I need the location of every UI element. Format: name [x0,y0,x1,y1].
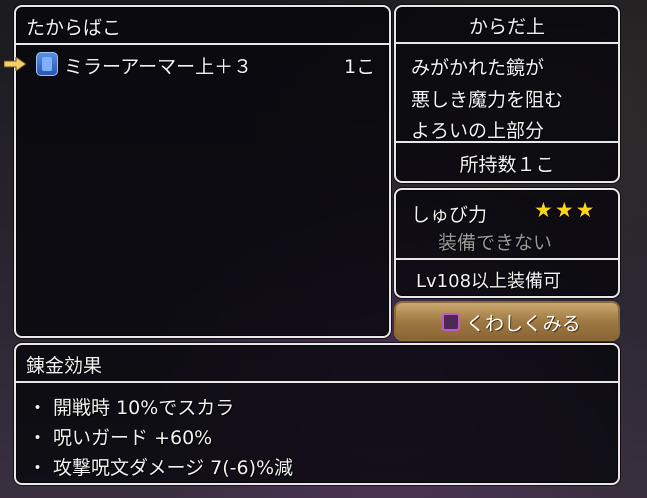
divider [396,42,618,44]
level-requirement: Lv108以上装備可 [416,271,562,292]
divider [16,43,389,45]
item-count: 1こ [344,56,376,78]
divider [396,258,618,260]
alchemy-effect: ・ 攻撃呪文ダメージ 7(-6)%減 [28,457,294,479]
treasure-box-panel: たからばこ ミラーアーマー上＋３ 1こ [4,5,391,338]
details-button[interactable]: くわしくみる [394,301,620,341]
pointer-cursor-icon [4,57,26,71]
alchemy-panel: 錬金効果 ・ 開戦時 10%でスカラ ・ 呪いガード +60% ・ 攻撃呪文ダメ… [14,343,620,485]
description-line: よろいの上部分 [411,120,545,142]
alchemy-effect: ・ 呪いガード +60% [28,427,213,449]
equip-status: 装備できない [438,232,553,254]
description-line: みがかれた鏡が [411,57,545,79]
defense-panel: しゅび力 ★★★ 装備できない Lv108以上装備可 [394,188,620,298]
square-button-icon [442,313,460,331]
alchemy-title: 錬金効果 [26,355,103,377]
details-button-label: くわしくみる [466,313,581,335]
divider [396,141,618,143]
box-title: たからばこ [26,17,122,39]
defense-stars: ★★★ [534,198,597,222]
equip-slot-title: からだ上 [468,16,545,38]
item-name: ミラーアーマー上＋３ [64,56,253,78]
divider [16,381,618,383]
armor-icon [36,52,58,76]
owned-count: 所持数１こ [459,154,555,176]
description-line: 悪しき魔力を阻む [411,89,564,111]
defense-label: しゅび力 [411,204,488,226]
list-item[interactable]: ミラーアーマー上＋３ 1こ [4,49,386,81]
item-description-panel: からだ上 みがかれた鏡が 悪しき魔力を阻む よろいの上部分 所持数１こ [394,5,620,183]
alchemy-effect: ・ 開戦時 10%でスカラ [28,397,235,419]
